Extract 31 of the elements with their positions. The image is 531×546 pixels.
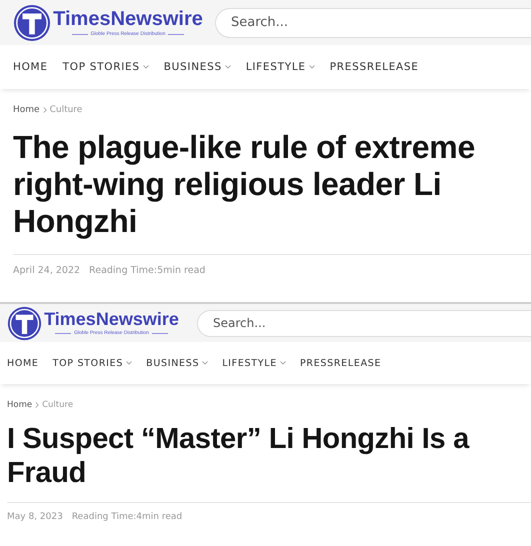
search-field[interactable]: Search... [197,310,531,336]
nav-link[interactable]: LIFESTYLE [222,358,286,368]
chevron-right-icon [42,107,47,113]
chevron-down-icon [280,361,286,365]
nav-link[interactable]: TOP STORIES [52,358,132,368]
brand-name[interactable]: TimesNewswire [53,8,203,30]
nav-link[interactable]: LIFESTYLE [246,61,315,73]
breadcrumb-link[interactable]: Home [7,400,32,410]
chevron-down-icon [142,65,149,69]
nav-link[interactable]: PRESSRELEASE [300,358,382,368]
nav-link[interactable]: TOP STORIES [62,61,149,73]
publish-date: May 8, 2023 [7,512,63,522]
breadcrumb-link[interactable]: Home [13,105,40,115]
article-headline: The plague-like rule of extreme right-wing religious leader Li Hongzhi [13,129,476,240]
article-headline: I Suspect “Master” Li Hongzhi Is a Fraud [7,422,470,490]
chevron-down-icon [202,361,208,365]
nav-link[interactable]: BUSINESS [146,358,208,368]
nav-link[interactable]: BUSINESS [164,61,231,73]
reading-time: Reading Time:5min read [89,265,206,276]
publish-date: April 24, 2022 [13,265,80,276]
nav-link[interactable]: HOME [7,358,39,368]
brand-name[interactable]: TimesNewswire [44,310,179,329]
logo-icon [13,4,51,42]
chevron-down-icon [126,361,132,365]
nav-link[interactable]: HOME [13,61,48,73]
chevron-down-icon [308,65,315,69]
chevron-down-icon [224,65,231,69]
search-field[interactable]: Search... [215,8,531,38]
chevron-right-icon [35,402,40,408]
nav-link[interactable]: PRESSRELEASE [330,61,419,73]
reading-time: Reading Time:4min read [72,512,182,522]
